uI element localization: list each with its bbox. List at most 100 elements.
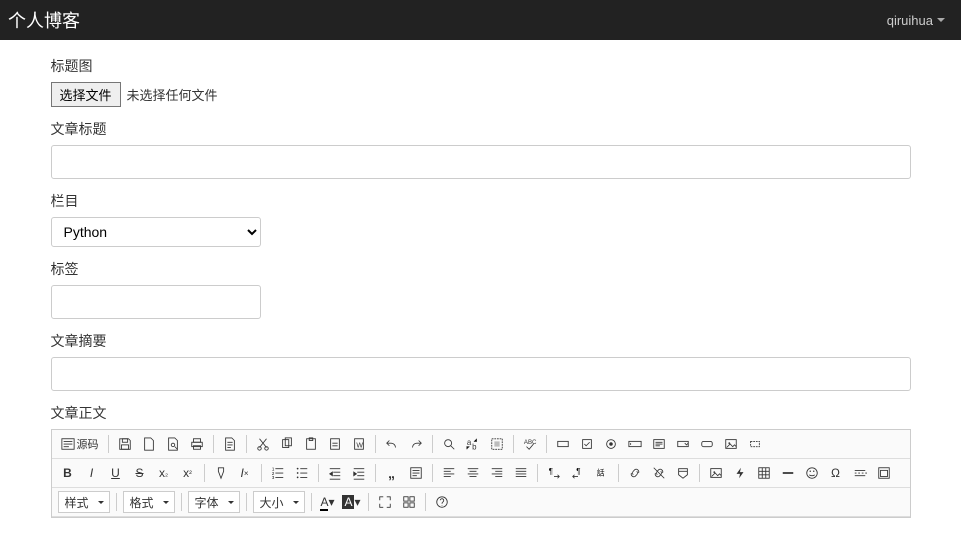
strike-icon[interactable]: S — [129, 462, 151, 484]
remove-format-icon[interactable]: I× — [234, 462, 256, 484]
category-select[interactable]: Python — [51, 217, 261, 247]
div-icon[interactable] — [405, 462, 427, 484]
special-char-icon[interactable]: Ω — [825, 462, 847, 484]
align-left-icon[interactable] — [438, 462, 460, 484]
blockquote-icon[interactable]: „ — [381, 462, 403, 484]
flash-icon[interactable] — [729, 462, 751, 484]
toolbar-separator — [116, 493, 117, 511]
templates-icon[interactable] — [219, 433, 241, 455]
toolbar-separator — [246, 435, 247, 453]
numbered-list-icon[interactable]: 123 — [267, 462, 289, 484]
cut-icon[interactable] — [252, 433, 274, 455]
body-label: 文章正文 — [51, 403, 911, 423]
source-button[interactable]: 源码 — [57, 433, 103, 455]
toolbar-separator — [513, 435, 514, 453]
paste-word-icon[interactable]: W — [348, 433, 370, 455]
page-break-icon[interactable] — [849, 462, 871, 484]
unlink-icon[interactable] — [648, 462, 670, 484]
align-center-icon[interactable] — [462, 462, 484, 484]
print-icon[interactable] — [186, 433, 208, 455]
anchor-icon[interactable] — [672, 462, 694, 484]
svg-text:¶: ¶ — [576, 467, 580, 476]
new-page-icon[interactable] — [138, 433, 160, 455]
radio-icon[interactable] — [600, 433, 622, 455]
find-icon[interactable] — [438, 433, 460, 455]
toolbar-separator — [311, 493, 312, 511]
editor-toolbar-row-1: 源码 W ab — [52, 430, 910, 459]
tags-label: 标签 — [51, 259, 911, 279]
toolbar-separator — [432, 464, 433, 482]
redo-icon[interactable] — [405, 433, 427, 455]
smiley-icon[interactable] — [801, 462, 823, 484]
textfield-icon[interactable] — [624, 433, 646, 455]
underline-icon[interactable]: U — [105, 462, 127, 484]
toolbar-separator — [425, 493, 426, 511]
brand-title[interactable]: 个人博客 — [8, 7, 80, 33]
undo-icon[interactable] — [381, 433, 403, 455]
bullet-list-icon[interactable] — [291, 462, 313, 484]
checkbox-icon[interactable] — [576, 433, 598, 455]
language-icon[interactable]: 話 — [591, 462, 613, 484]
subscript-icon[interactable]: x₂ — [153, 462, 175, 484]
svg-text:話: 話 — [596, 468, 604, 478]
table-icon[interactable] — [753, 462, 775, 484]
align-right-icon[interactable] — [486, 462, 508, 484]
source-button-label: 源码 — [77, 436, 99, 452]
textarea-icon[interactable] — [648, 433, 670, 455]
spellcheck-icon[interactable]: ABC — [519, 433, 541, 455]
tags-input[interactable] — [51, 285, 261, 319]
hr-icon[interactable] — [777, 462, 799, 484]
superscript-icon[interactable]: x² — [177, 462, 199, 484]
toolbar-separator — [432, 435, 433, 453]
title-input[interactable] — [51, 145, 911, 179]
select-field-icon[interactable] — [672, 433, 694, 455]
ltr-icon[interactable]: ¶ — [543, 462, 565, 484]
category-label: 栏目 — [51, 191, 911, 211]
italic-icon[interactable]: I — [81, 462, 103, 484]
user-menu[interactable]: qiruihua — [887, 13, 945, 28]
chevron-down-icon — [937, 18, 945, 22]
file-status-text: 未选择任何文件 — [127, 85, 218, 104]
title-label: 文章标题 — [51, 119, 911, 139]
paste-text-icon[interactable] — [324, 433, 346, 455]
save-icon[interactable] — [114, 433, 136, 455]
copy-icon[interactable] — [276, 433, 298, 455]
toolbar-separator — [318, 464, 319, 482]
hidden-field-icon[interactable] — [744, 433, 766, 455]
button-field-icon[interactable] — [696, 433, 718, 455]
toolbar-separator — [537, 464, 538, 482]
editor-toolbar-row-2: B I U S x₂ x² I× 123 „ — [52, 459, 910, 488]
toolbar-separator — [213, 435, 214, 453]
svg-text:3: 3 — [271, 475, 274, 480]
align-justify-icon[interactable] — [510, 462, 532, 484]
toolbar-separator — [368, 493, 369, 511]
link-icon[interactable] — [624, 462, 646, 484]
svg-text:b: b — [472, 442, 477, 451]
toolbar-separator — [375, 435, 376, 453]
toolbar-separator — [204, 464, 205, 482]
toolbar-separator — [699, 464, 700, 482]
rtl-icon[interactable]: ¶ — [567, 462, 589, 484]
svg-text:a: a — [466, 438, 471, 447]
choose-file-button[interactable]: 选择文件 — [51, 82, 121, 107]
image-button-icon[interactable] — [720, 433, 742, 455]
toolbar-separator — [181, 493, 182, 511]
iframe-icon[interactable] — [873, 462, 895, 484]
bold-icon[interactable]: B — [57, 462, 79, 484]
outdent-icon[interactable] — [324, 462, 346, 484]
summary-label: 文章摘要 — [51, 331, 911, 351]
toolbar-separator — [261, 464, 262, 482]
paste-icon[interactable] — [300, 433, 322, 455]
rich-text-editor: 源码 W ab — [51, 429, 911, 518]
svg-text:ABC: ABC — [523, 439, 536, 446]
select-all-icon[interactable] — [486, 433, 508, 455]
form-icon[interactable] — [552, 433, 574, 455]
preview-icon[interactable] — [162, 433, 184, 455]
copy-format-icon[interactable] — [210, 462, 232, 484]
replace-icon[interactable]: ab — [462, 433, 484, 455]
summary-input[interactable] — [51, 357, 911, 391]
image-icon[interactable] — [705, 462, 727, 484]
user-name: qiruihua — [887, 13, 933, 28]
cover-label: 标题图 — [51, 56, 911, 76]
indent-icon[interactable] — [348, 462, 370, 484]
